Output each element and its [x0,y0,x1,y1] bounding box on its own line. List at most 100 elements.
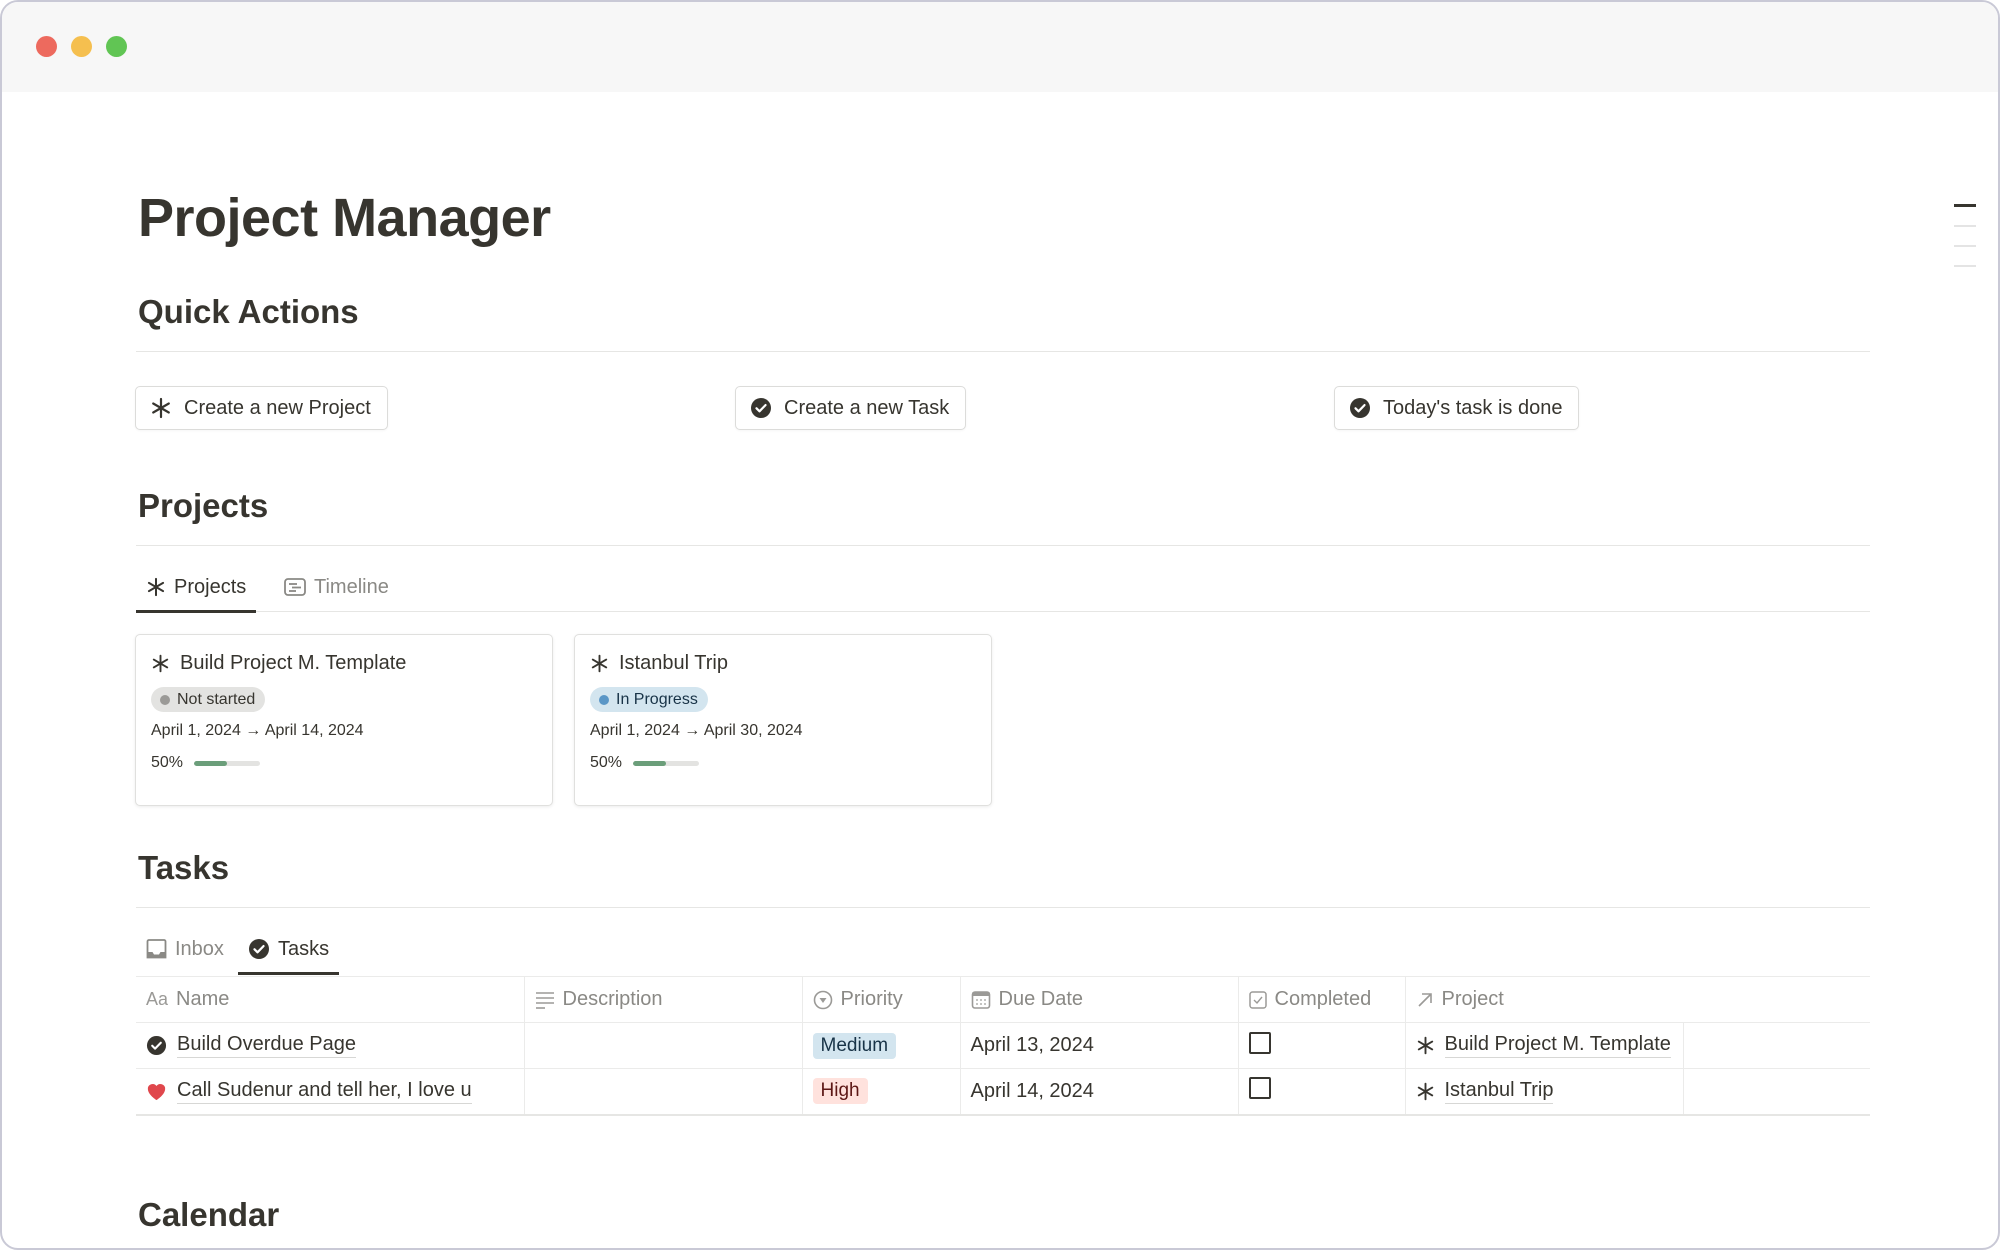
heart-icon [146,1082,167,1101]
status-dot [160,694,170,705]
task-name[interactable]: Build Overdue Page [177,1033,357,1058]
create-task-label: Create a new Task [784,396,950,419]
task-name-cell[interactable]: Call Sudenur and tell her, I love u [136,1068,524,1116]
task-due-date-cell[interactable]: April 14, 2024 [959,1068,1238,1116]
outline-item[interactable] [1954,225,1976,227]
project-name: Build Project M. Template [180,651,407,674]
asterisk-icon [1416,1082,1435,1101]
project-card[interactable]: Istanbul Trip In Progress April 1, 2024 … [574,634,992,806]
task-name[interactable]: Call Sudenur and tell her, I love u [177,1079,472,1104]
quick-actions-heading: Quick Actions [138,293,359,330]
page-outline[interactable] [1954,204,1976,285]
tab-projects[interactable]: Projects [136,562,257,613]
tab-inbox-label: Inbox [175,937,224,960]
project-card-title: Build Project M. Template [151,649,537,677]
asterisk-icon [146,577,166,597]
status-label: In Progress [616,690,698,708]
projects-view-tabs: Projects Timeline [136,562,1870,613]
asterisk-icon [150,397,172,419]
inbox-icon [146,939,167,959]
progress-bar [633,760,700,766]
divider [136,351,1870,352]
task-name-cell[interactable]: Build Overdue Page [136,1022,524,1069]
asterisk-icon [590,654,609,673]
table-row[interactable]: Build Overdue Page Medium April 13, 2024 [136,1022,1870,1069]
asterisk-icon [1416,1036,1435,1055]
empty-cell [1682,1022,1870,1069]
column-header-due-date[interactable]: Due Date [959,976,1238,1023]
completed-checkbox[interactable] [1248,1031,1271,1054]
check-circle-icon [750,397,772,419]
close-window-button[interactable] [36,36,57,57]
column-header-name[interactable]: Aa Name [136,976,524,1023]
calendar-icon [971,990,991,1010]
tasks-table: Aa Name Description Priority Due Date Com… [136,976,1870,1116]
create-task-button[interactable]: Create a new Task [735,386,967,430]
project-link[interactable]: Build Project M. Template [1444,1033,1671,1058]
maximize-window-button[interactable] [106,36,127,57]
project-card[interactable]: Build Project M. Template Not started Ap… [135,634,553,806]
task-project-cell[interactable]: Istanbul Trip [1404,1068,1683,1116]
tasks-view-tabs: Inbox Tasks [136,924,1870,975]
status-dot [599,694,609,705]
task-description-cell[interactable] [523,1068,802,1116]
check-circle-icon [248,938,270,960]
tab-timeline-label: Timeline [314,575,389,598]
status-label: Not started [177,690,256,708]
task-project-cell[interactable]: Build Project M. Template [1404,1022,1683,1069]
task-description-cell[interactable] [523,1022,802,1069]
progress-label: 50% [590,754,623,771]
create-project-button[interactable]: Create a new Project [135,386,388,430]
outline-item[interactable] [1954,204,1976,207]
todays-task-done-label: Today's task is done [1383,396,1563,419]
column-header-priority[interactable]: Priority [801,976,960,1023]
tab-inbox[interactable]: Inbox [136,924,234,974]
checkbox-icon [1248,990,1267,1009]
project-name: Istanbul Trip [619,651,728,674]
task-completed-cell [1237,1022,1405,1069]
divider [136,545,1870,546]
column-header-description[interactable]: Description [523,976,802,1023]
tab-timeline[interactable]: Timeline [274,562,399,612]
status-badge: Not started [151,687,266,712]
task-priority-cell[interactable]: Medium [801,1022,960,1069]
column-header-project[interactable]: Project [1404,976,1870,1023]
project-link[interactable]: Istanbul Trip [1444,1079,1554,1104]
project-progress: 50% [151,754,537,772]
completed-checkbox[interactable] [1248,1077,1271,1100]
project-dates: April 1, 2024 → April 30, 2024 [590,722,803,739]
asterisk-icon [151,654,170,673]
task-due-date-cell[interactable]: April 13, 2024 [959,1022,1238,1069]
app-window: Project Manager Quick Actions Create a n… [0,0,2000,1250]
progress-bar [194,760,261,766]
check-circle-icon [1349,397,1371,419]
outline-item[interactable] [1954,265,1976,267]
outline-item[interactable] [1954,245,1976,247]
empty-cell [1682,1068,1870,1116]
check-circle-icon [146,1035,167,1056]
task-priority-cell[interactable]: High [801,1068,960,1116]
priority-tag: Medium [812,1032,897,1059]
tasks-heading: Tasks [138,849,230,886]
table-row[interactable]: Call Sudenur and tell her, I love u High… [136,1068,1870,1116]
timeline-icon [284,578,306,596]
project-card-title: Istanbul Trip [590,649,976,677]
todays-task-done-button[interactable]: Today's task is done [1334,386,1580,430]
status-badge: In Progress [590,687,708,712]
progress-bar-fill [633,760,667,766]
text-icon: Aa [146,989,169,1010]
tab-tasks-label: Tasks [278,937,330,960]
create-project-label: Create a new Project [184,396,371,419]
priority-tag: High [812,1078,868,1105]
project-dates: April 1, 2024 → April 14, 2024 [151,722,364,739]
page-title: Project Manager [138,188,551,248]
minimize-window-button[interactable] [71,36,92,57]
lines-icon [535,991,555,1009]
tab-tasks[interactable]: Tasks [238,924,340,975]
project-progress: 50% [590,754,976,772]
progress-bar-fill [194,760,228,766]
projects-heading: Projects [138,487,269,524]
column-header-completed[interactable]: Completed [1237,976,1405,1023]
select-icon [813,990,833,1010]
task-completed-cell [1237,1068,1405,1116]
